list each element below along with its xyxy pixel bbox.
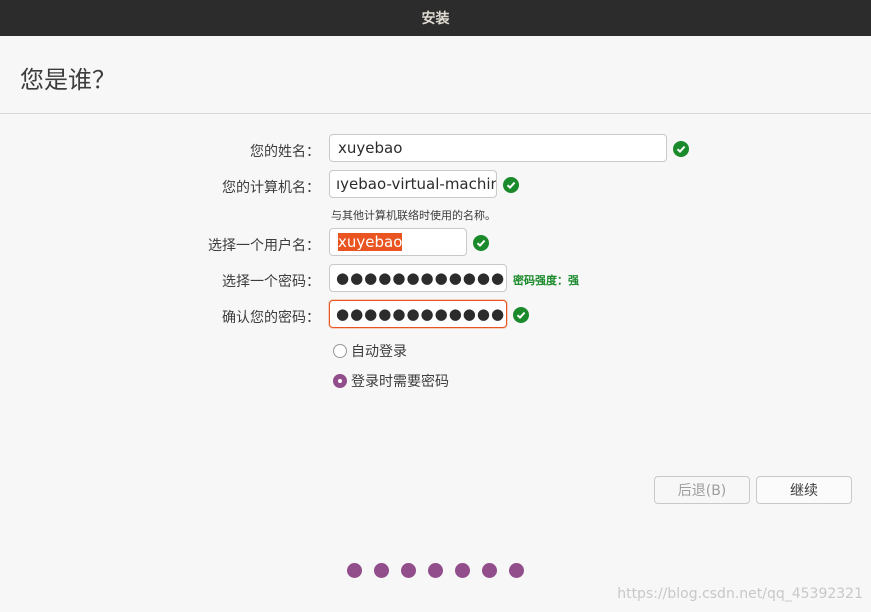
password-label: 选择一个密码： [222,274,320,290]
back-button[interactable]: 后退(B) [654,476,750,504]
name-value: xuyebao [338,139,403,157]
install-progress [347,563,524,578]
confirm-password-field[interactable]: ●●●●●●●●●●●● [329,300,507,328]
confirm-password-valid-check-icon [513,307,529,323]
name-label: 您的姓名： [250,144,320,160]
username-value: xuyebao [338,233,403,251]
window-title: 安装 [421,11,450,27]
auto-login-label: 自动登录 [351,344,407,360]
require-password-label: 登录时需要密码 [351,374,449,390]
computer-name-hint: 与其他计算机联络时使用的名称。 [331,209,496,222]
auto-login-radio[interactable] [333,344,347,358]
watermark: https://blog.csdn.net/qq_45392321 [617,586,863,602]
name-valid-check-icon [673,141,689,157]
username-label: 选择一个用户名： [208,238,320,254]
computer-name-label: 您的计算机名： [222,180,320,196]
auto-login-option[interactable]: 自动登录 [333,341,407,361]
progress-dot [374,563,389,578]
name-field[interactable]: xuyebao [329,134,667,162]
confirm-password-value: ●●●●●●●●●●●● [336,305,506,323]
progress-dot [455,563,470,578]
computer-name-value: ıyebao-virtual-machine [336,175,497,193]
password-value: ●●●●●●●●●●●● [336,269,506,287]
progress-dot [401,563,416,578]
require-password-radio[interactable] [333,374,347,388]
header-divider [0,113,871,114]
window-titlebar: 安装 [0,0,871,36]
require-password-option[interactable]: 登录时需要密码 [333,371,449,391]
computer-name-valid-check-icon [503,177,519,193]
password-field[interactable]: ●●●●●●●●●●●● [329,264,507,292]
page-title: 您是谁？ [20,66,116,94]
confirm-password-label: 确认您的密码： [222,310,320,326]
computer-name-field[interactable]: ıyebao-virtual-machine [329,170,497,198]
username-field[interactable]: xuyebao [329,228,467,256]
progress-dot [509,563,524,578]
username-valid-check-icon [473,235,489,251]
progress-dot [428,563,443,578]
continue-button[interactable]: 继续 [756,476,852,504]
progress-dot [482,563,497,578]
progress-dot [347,563,362,578]
password-strength: 密码强度：强 [513,274,579,287]
